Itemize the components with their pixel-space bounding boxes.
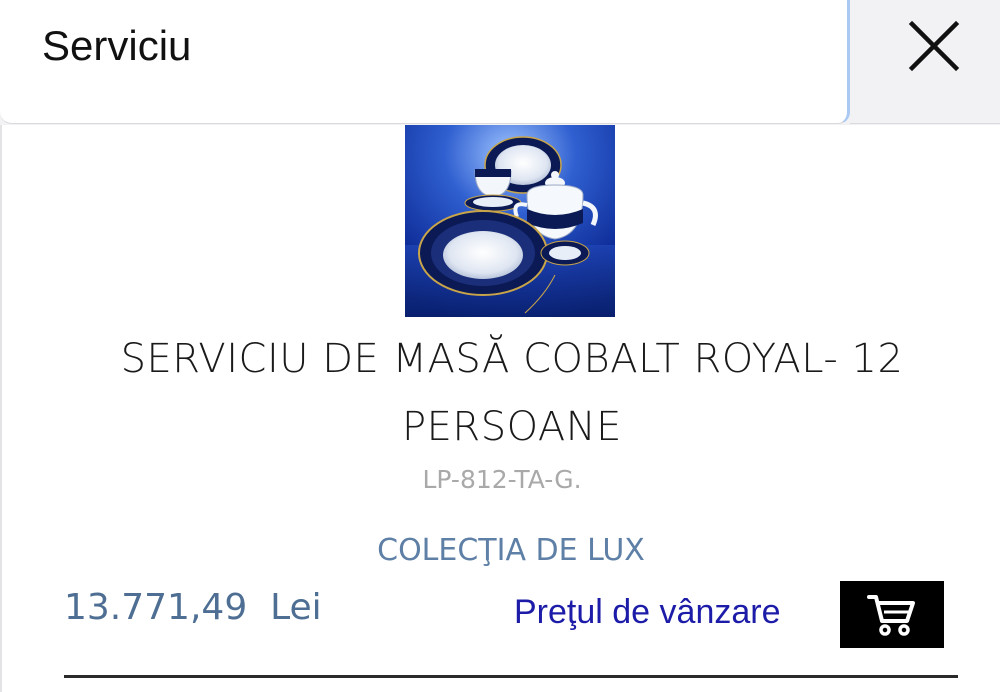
shopping-cart-icon — [867, 595, 915, 636]
divider — [850, 123, 1000, 124]
product-card: SERVICIU DE MASĂ COBALT ROYAL- 12 PERSOA… — [0, 125, 1000, 692]
product-code: LP-812-TA-G. — [422, 465, 582, 494]
close-icon — [908, 20, 960, 72]
product-price: 13.771,49 Lei — [64, 587, 322, 628]
search-input[interactable] — [42, 18, 802, 74]
search-bar — [0, 0, 850, 124]
product-title[interactable]: SERVICIU DE MASĂ COBALT ROYAL- 12 PERSOA… — [42, 325, 982, 461]
product-image[interactable] — [405, 125, 615, 317]
collection-link[interactable]: COLECŢIA DE LUX — [2, 533, 1000, 568]
search-results-page: SERVICIU DE MASĂ COBALT ROYAL- 12 PERSOA… — [0, 0, 1000, 692]
product-photo — [405, 125, 615, 317]
separator-line — [64, 675, 958, 678]
price-label: Preţul de vânzare — [514, 593, 781, 631]
add-to-cart-button[interactable] — [840, 581, 944, 648]
close-button[interactable] — [880, 0, 990, 96]
